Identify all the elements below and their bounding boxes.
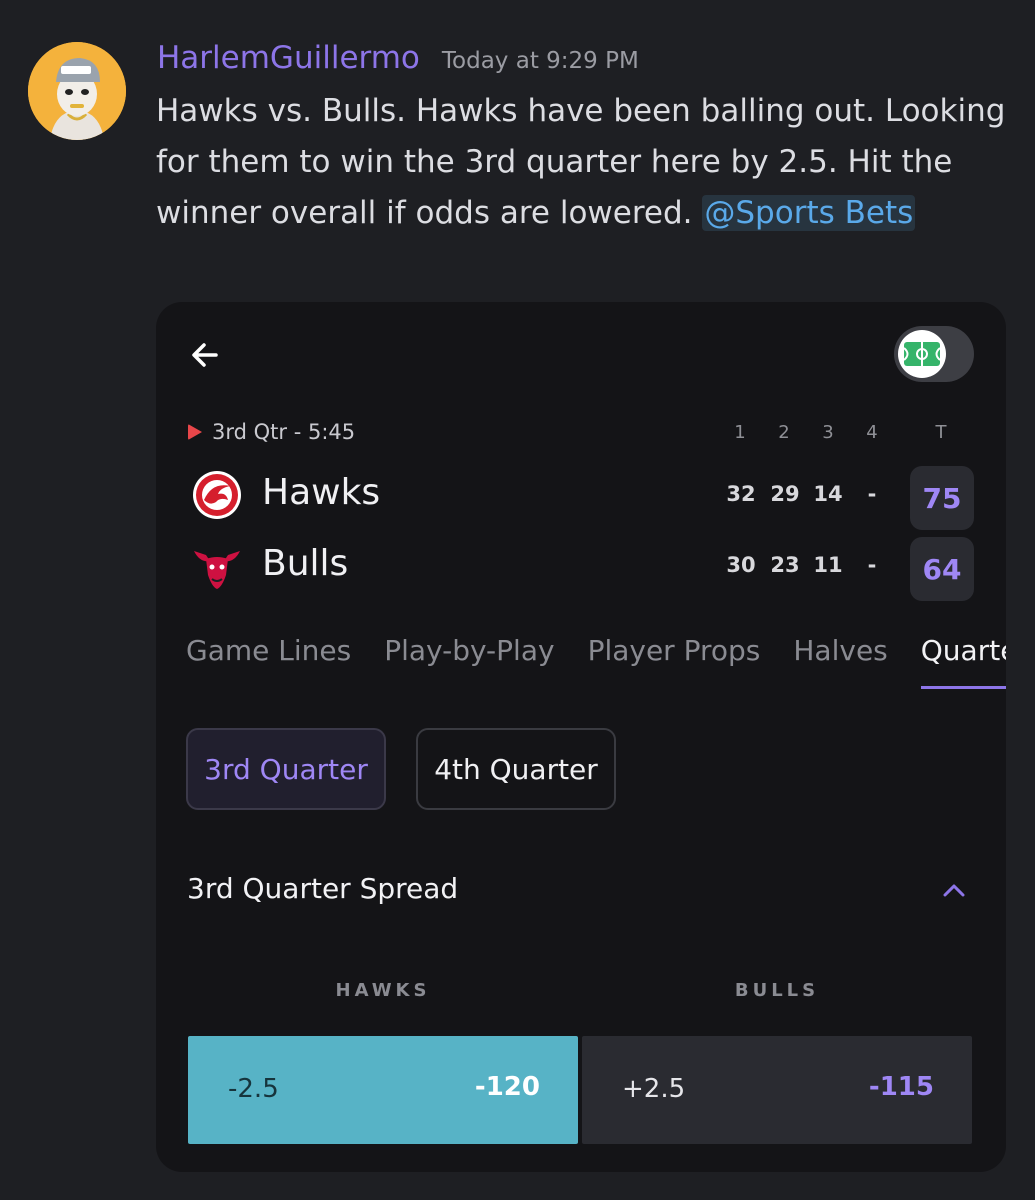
- market-title: 3rd Quarter Spread: [187, 872, 459, 905]
- score-q3: 14: [813, 482, 843, 506]
- tab-halves[interactable]: Halves: [793, 634, 887, 689]
- tab-quarters[interactable]: Quarters: [920, 634, 1006, 689]
- live-indicator-icon: [188, 424, 202, 440]
- market-tabs: Game Lines Play-by-Play Player Props Hal…: [186, 634, 1006, 689]
- column-label-bulls: BULLS: [734, 980, 820, 1001]
- score-q4: -: [867, 482, 877, 506]
- avatar[interactable]: [28, 42, 126, 140]
- odds-price: -120: [474, 1072, 540, 1102]
- quarter-header-3: 3: [822, 422, 834, 443]
- game-clock: 3rd Qtr - 5:45: [212, 420, 356, 444]
- score-q1: 30: [726, 553, 756, 577]
- quarter-header-4: 4: [866, 422, 878, 443]
- team-row-hawks: Hawks 32 29 14 - 75: [192, 466, 982, 530]
- quarter-header-1: 1: [734, 422, 746, 443]
- score-q3: 11: [813, 553, 843, 577]
- chip-4th-quarter[interactable]: 4th Quarter: [416, 728, 616, 810]
- score-q2: 29: [770, 482, 800, 506]
- quarter-header-total: T: [935, 422, 947, 443]
- live-status: 3rd Qtr - 5:45: [188, 420, 355, 444]
- chevron-up-icon[interactable]: [942, 882, 966, 898]
- court-view-toggle[interactable]: [894, 326, 974, 382]
- quarter-header-2: 2: [778, 422, 790, 443]
- username[interactable]: HarlemGuillermo: [157, 40, 420, 76]
- spread-line: +2.5: [622, 1074, 686, 1104]
- team-name: Bulls: [262, 543, 349, 584]
- message-text: Hawks vs. Bulls. Hawks have been balling…: [156, 86, 1026, 239]
- score-q2: 23: [770, 553, 800, 577]
- timestamp: Today at 9:29 PM: [441, 48, 639, 74]
- team-row-bulls: Bulls 30 23 11 - 64: [192, 537, 982, 601]
- chip-3rd-quarter[interactable]: 3rd Quarter: [186, 728, 386, 810]
- hawks-logo-icon: [193, 471, 241, 519]
- mention-tag[interactable]: @Sports Bets: [702, 195, 916, 231]
- score-q4: -: [867, 553, 877, 577]
- odds-price: -115: [868, 1072, 934, 1102]
- spread-line: -2.5: [228, 1074, 279, 1104]
- tab-player-props[interactable]: Player Props: [588, 634, 761, 689]
- total-score: 64: [910, 537, 974, 601]
- bulls-logo-icon: [194, 551, 240, 589]
- tab-game-lines[interactable]: Game Lines: [186, 634, 351, 689]
- odds-button-bulls[interactable]: +2.5 -115: [582, 1036, 972, 1144]
- odds-button-hawks[interactable]: -2.5 -120: [188, 1036, 578, 1144]
- total-score: 75: [910, 466, 974, 530]
- score-q1: 32: [726, 482, 756, 506]
- message-header: HarlemGuillermo Today at 9:29 PM: [157, 40, 639, 76]
- back-arrow-icon[interactable]: [190, 340, 220, 370]
- column-label-hawks: HAWKS: [335, 980, 431, 1001]
- tab-play-by-play[interactable]: Play-by-Play: [384, 634, 554, 689]
- court-icon: [898, 330, 946, 378]
- sportsbook-screenshot: 3rd Qtr - 5:45 1 2 3 4 T Hawks 32 29 14 …: [156, 302, 1006, 1172]
- team-name: Hawks: [262, 472, 381, 513]
